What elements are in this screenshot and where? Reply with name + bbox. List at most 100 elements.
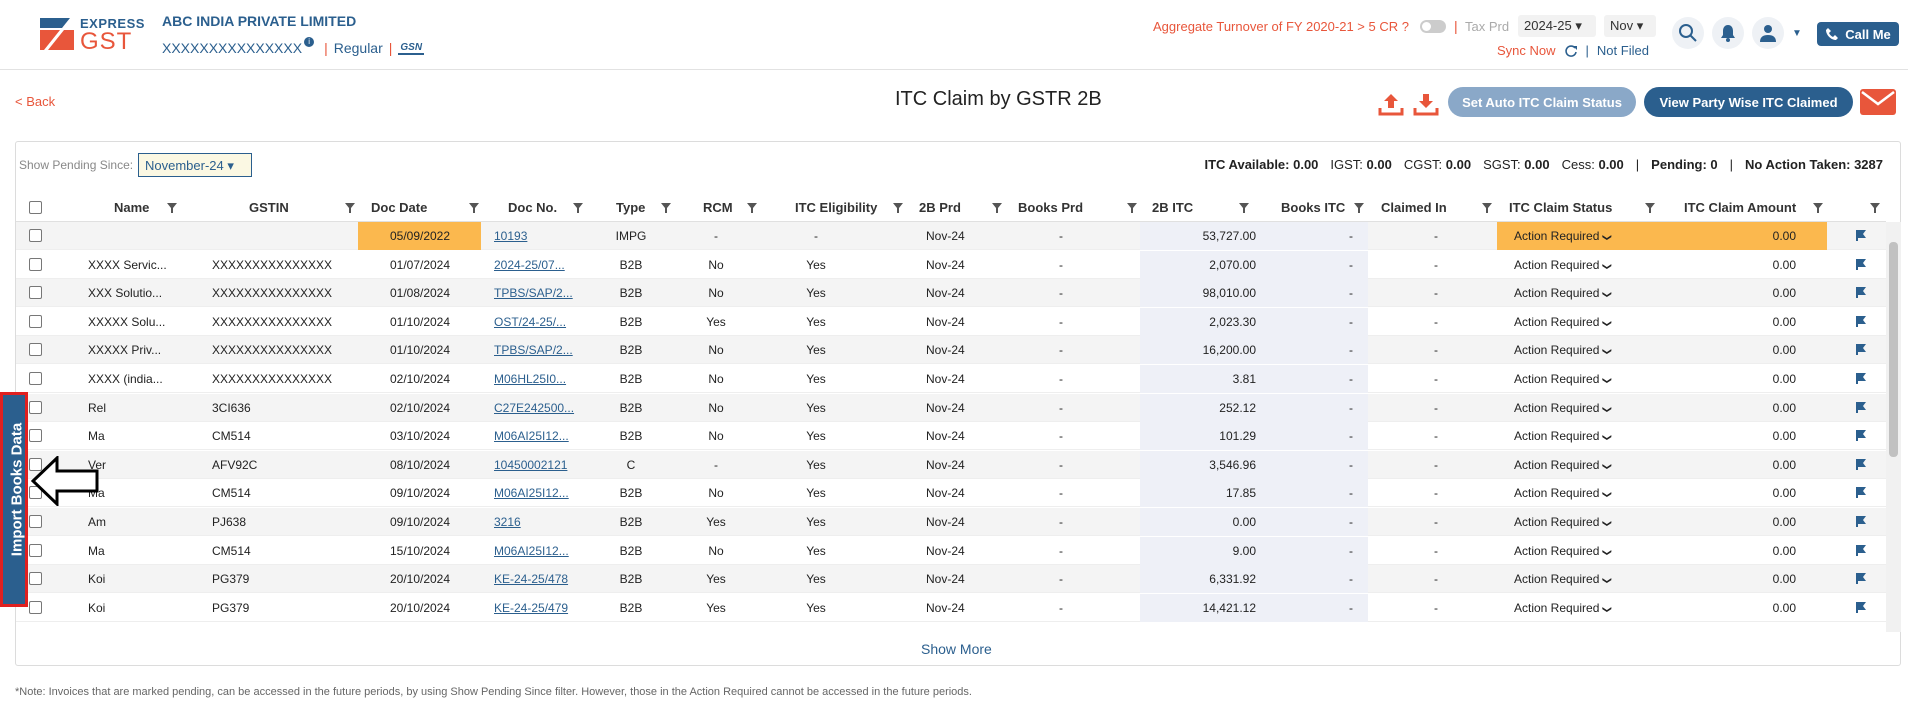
- table-row[interactable]: XXX Solutio... XXXXXXXXXXXXXXX 01/08/2024 T…: [16, 279, 1886, 308]
- cell-doc[interactable]: C27E242500...: [494, 401, 589, 415]
- col-doc-date[interactable]: Doc Date: [371, 200, 427, 215]
- table-row[interactable]: 05/09/2022 10193 IMPG - - Nov-24 - 53,727.00 - - 0…: [16, 222, 1886, 250]
- itc-claim-status-select[interactable]: Action Required ❯: [1514, 429, 1612, 443]
- filter-icon[interactable]: [167, 203, 177, 213]
- itc-claim-status-select[interactable]: Action Required ❯: [1514, 258, 1612, 272]
- select-all-checkbox[interactable]: [29, 201, 42, 214]
- cell-doc[interactable]: M06AI25I12...: [494, 486, 589, 500]
- col-2b-itc[interactable]: 2B ITC: [1152, 200, 1193, 215]
- itc-claim-status-select[interactable]: Action Required ❯: [1514, 515, 1612, 529]
- itc-claim-status-select[interactable]: Action Required ❯: [1514, 458, 1612, 472]
- table-row[interactable]: Rel 3CI636 02/10/2024 C27E242500... B2B No Yes…: [16, 393, 1886, 422]
- row-checkbox[interactable]: [29, 229, 42, 242]
- upload-icon[interactable]: [1378, 92, 1404, 116]
- flag-icon[interactable]: [1855, 486, 1867, 499]
- table-row[interactable]: XXXX (india... XXXXXXXXXXXXXXX 02/10/2024 M…: [16, 365, 1886, 393]
- flag-icon[interactable]: [1855, 229, 1867, 241]
- itc-claim-status-select[interactable]: Action Required ❯: [1514, 486, 1612, 500]
- col-itc-claim-amount[interactable]: ITC Claim Amount: [1684, 200, 1796, 215]
- cell-doc[interactable]: M06HL25I0...: [494, 372, 589, 386]
- bell-icon[interactable]: [1712, 17, 1744, 49]
- table-row[interactable]: XXXX Servic... XXXXXXXXXXXXXXX 01/07/2024 2…: [16, 250, 1886, 279]
- month-select[interactable]: Nov ▾: [1604, 15, 1656, 37]
- table-row[interactable]: XXXXX Priv... XXXXXXXXXXXXXXX 01/10/2024 TP…: [16, 336, 1886, 365]
- gsn-icon[interactable]: GSN: [398, 42, 425, 55]
- filter-icon[interactable]: [1645, 203, 1655, 213]
- import-books-data-tab[interactable]: Import Books Data: [0, 392, 28, 607]
- cell-doc[interactable]: 10450002121: [494, 458, 589, 472]
- download-icon[interactable]: [1413, 92, 1439, 116]
- col-gstin[interactable]: GSTIN: [249, 200, 289, 215]
- col-itc-eligibility[interactable]: ITC Eligibility: [795, 200, 877, 215]
- filter-icon[interactable]: [1813, 203, 1823, 213]
- filter-icon[interactable]: [661, 203, 671, 213]
- sync-now-link[interactable]: Sync Now: [1497, 43, 1556, 58]
- cell-doc[interactable]: TPBS/SAP/2...: [494, 343, 589, 357]
- table-row[interactable]: Ma CM514 03/10/2024 M06AI25I12... B2B No Yes No…: [16, 422, 1886, 451]
- year-select[interactable]: 2024-25 ▾: [1518, 15, 1596, 37]
- col-doc-no[interactable]: Doc No.: [508, 200, 557, 215]
- user-icon[interactable]: [1752, 17, 1784, 49]
- cell-doc[interactable]: OST/24-25/...: [494, 315, 589, 329]
- table-row[interactable]: Ma CM514 09/10/2024 M06AI25I12... B2B No Yes No…: [16, 479, 1886, 508]
- col-name[interactable]: Name: [114, 200, 149, 215]
- itc-claim-status-select[interactable]: Action Required ❯: [1514, 601, 1612, 615]
- filter-icon[interactable]: [573, 203, 583, 213]
- cell-doc[interactable]: M06AI25I12...: [494, 429, 589, 443]
- show-pending-select[interactable]: November-24 ▾: [138, 153, 252, 177]
- row-checkbox[interactable]: [29, 314, 42, 328]
- row-checkbox[interactable]: [29, 543, 42, 557]
- flag-icon[interactable]: [1855, 572, 1867, 585]
- itc-claim-status-select[interactable]: Action Required ❯: [1514, 229, 1612, 243]
- set-auto-itc-status-button[interactable]: Set Auto ITC Claim Status: [1448, 87, 1636, 117]
- express-gst-logo[interactable]: EXPRESS GST: [40, 14, 144, 55]
- itc-claim-status-select[interactable]: Action Required ❯: [1514, 544, 1612, 558]
- itc-claim-status-select[interactable]: Action Required ❯: [1514, 572, 1612, 586]
- search-icon[interactable]: [1672, 17, 1704, 49]
- col-books-prd[interactable]: Books Prd: [1018, 200, 1083, 215]
- filter-icon[interactable]: [1127, 203, 1137, 213]
- filter-icon[interactable]: [1870, 203, 1880, 213]
- filter-icon[interactable]: [893, 203, 903, 213]
- row-checkbox[interactable]: [29, 372, 42, 385]
- filter-icon[interactable]: [1239, 203, 1249, 213]
- table-row[interactable]: Am PJ638 09/10/2024 3216 B2B Yes Yes Nov-24 - 0.0…: [16, 508, 1886, 536]
- itc-claim-status-select[interactable]: Action Required ❯: [1514, 343, 1612, 357]
- refresh-icon[interactable]: [1564, 44, 1578, 58]
- filter-icon[interactable]: [1354, 203, 1364, 213]
- filter-icon[interactable]: [469, 203, 479, 213]
- back-link[interactable]: < Back: [15, 94, 55, 109]
- row-checkbox[interactable]: [29, 343, 42, 357]
- flag-icon[interactable]: [1855, 258, 1867, 270]
- col-claimed-in[interactable]: Claimed In: [1381, 200, 1447, 215]
- flag-icon[interactable]: [1855, 458, 1867, 470]
- table-row[interactable]: XXXXX Solu... XXXXXXXXXXXXXXX 01/10/2024 OS…: [16, 307, 1886, 336]
- info-icon[interactable]: i: [304, 37, 315, 47]
- cell-doc[interactable]: TPBS/SAP/2...: [494, 286, 589, 300]
- filter-icon[interactable]: [747, 203, 757, 213]
- itc-claim-status-select[interactable]: Action Required ❯: [1514, 372, 1612, 386]
- table-row[interactable]: Ver AFV92C 08/10/2024 10450002121 C - Yes Nov-2…: [16, 450, 1886, 479]
- show-more-link[interactable]: Show More: [921, 641, 992, 657]
- table-row[interactable]: Ma CM514 15/10/2024 M06AI25I12... B2B No Yes No…: [16, 536, 1886, 565]
- row-checkbox[interactable]: [29, 257, 42, 271]
- flag-icon[interactable]: [1855, 401, 1867, 413]
- itc-claim-status-select[interactable]: Action Required ❯: [1514, 286, 1612, 300]
- cell-doc[interactable]: KE-24-25/478: [494, 572, 589, 586]
- col-type[interactable]: Type: [616, 200, 645, 215]
- row-checkbox[interactable]: [29, 600, 42, 614]
- flag-icon[interactable]: [1855, 601, 1867, 613]
- view-party-wise-button[interactable]: View Party Wise ITC Claimed: [1644, 87, 1853, 117]
- cell-doc[interactable]: 2024-25/07...: [494, 258, 589, 272]
- row-checkbox[interactable]: [29, 286, 42, 300]
- chevron-down-icon[interactable]: ▼: [1792, 28, 1802, 39]
- itc-claim-status-select[interactable]: Action Required ❯: [1514, 401, 1612, 415]
- row-checkbox[interactable]: [29, 400, 42, 414]
- flag-icon[interactable]: [1855, 286, 1867, 299]
- row-checkbox[interactable]: [29, 572, 42, 586]
- filter-icon[interactable]: [1482, 203, 1492, 213]
- turnover-toggle[interactable]: [1420, 20, 1446, 33]
- flag-icon[interactable]: [1855, 429, 1867, 442]
- col-rcm[interactable]: RCM: [703, 200, 733, 215]
- col-2b-prd[interactable]: 2B Prd: [919, 200, 961, 215]
